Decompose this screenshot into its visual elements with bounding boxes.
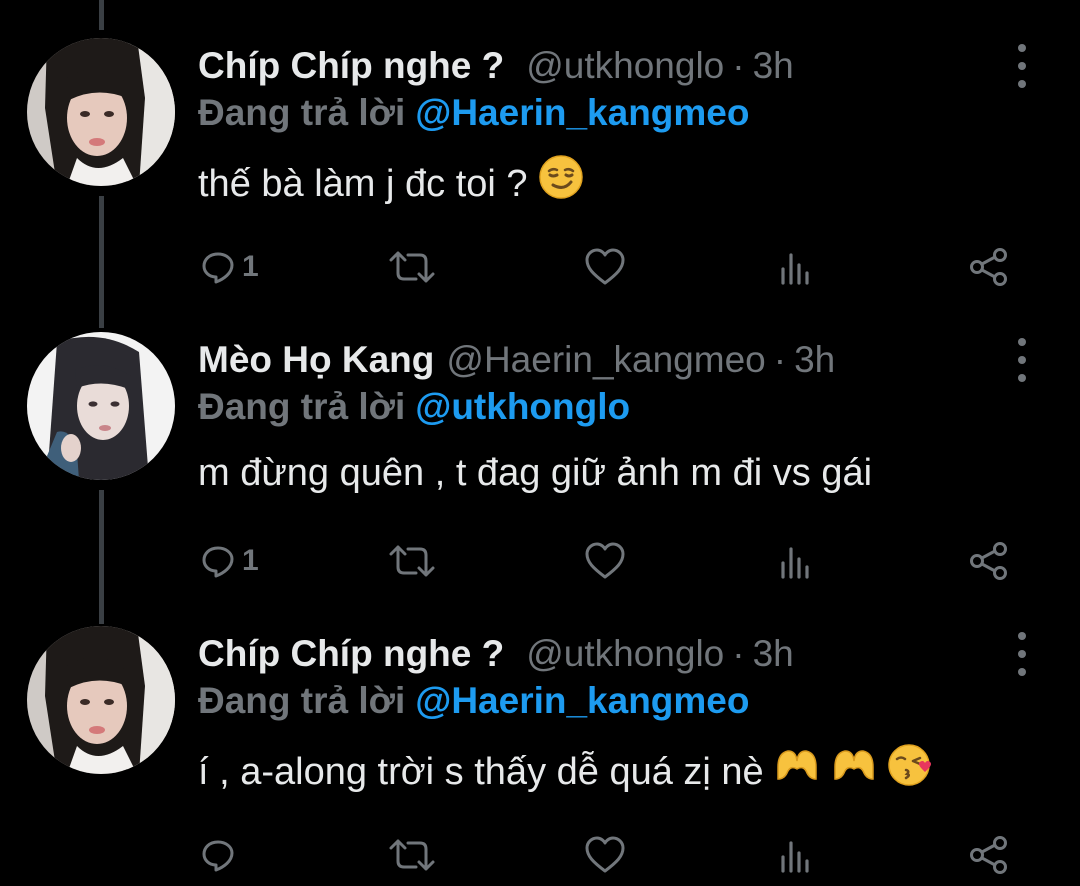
tweet-text-content: m đừng quên , t đag giữ ảnh m đi vs gái	[198, 452, 873, 494]
replying-to: Đang trả lời @Haerin_kangmeo	[198, 680, 749, 722]
retweet-icon	[389, 545, 435, 577]
display-name[interactable]: Chíp Chíp nghe ?	[198, 633, 504, 675]
tweet-text: m đừng quên , t đag giữ ảnh m đi vs gái	[198, 452, 872, 495]
bar-chart-icon	[781, 253, 809, 285]
face-blowing-kiss-icon	[887, 742, 935, 798]
separator: ·	[773, 339, 787, 380]
replying-label: Đang trả lời	[198, 92, 406, 133]
smirking-face-icon	[538, 154, 584, 210]
heart-icon	[585, 836, 625, 873]
retweet-icon	[389, 251, 435, 283]
reply-count: 1	[242, 544, 259, 577]
avatar[interactable]	[27, 332, 175, 480]
bar-chart-icon	[781, 547, 809, 579]
views-button[interactable]	[778, 240, 814, 294]
views-button[interactable]	[778, 534, 814, 588]
tweet-text-content: í , a-along trời s thấy dễ quá zị nè	[198, 751, 764, 794]
user-handle[interactable]: @utkhonglo	[526, 45, 724, 87]
heart-hands-icon	[831, 745, 877, 795]
retweet-button[interactable]	[388, 240, 436, 294]
share-icon	[970, 542, 1007, 580]
tweet-header: Chíp Chíp nghe ? @utkhonglo · 3h	[198, 38, 794, 94]
tweet-actions: 1	[0, 240, 1080, 294]
mention-link[interactable]: @Haerin_kangmeo	[415, 680, 749, 721]
views-button[interactable]	[778, 828, 814, 882]
avatar[interactable]	[27, 38, 175, 186]
tweet[interactable]: Chíp Chíp nghe ? @utkhonglo · 3h Đang tr…	[0, 588, 1080, 883]
avatar[interactable]	[27, 626, 175, 774]
display-name[interactable]: Mèo Họ Kang	[198, 339, 434, 381]
tweet[interactable]: Mèo Họ Kang @Haerin_kangmeo · 3h Đang tr…	[0, 294, 1080, 589]
tweet-header: Chíp Chíp nghe ? @utkhonglo · 3h	[198, 626, 794, 682]
more-vertical-icon[interactable]	[1010, 44, 1034, 88]
separator: ·	[732, 633, 745, 674]
tweet-text: thế bà làm j đc toi ?	[198, 155, 584, 214]
tweet-header: Mèo Họ Kang @Haerin_kangmeo · 3h	[198, 332, 835, 388]
display-name[interactable]: Chíp Chíp nghe ?	[198, 45, 504, 87]
replying-to: Đang trả lời @utkhonglo	[198, 386, 630, 428]
more-vertical-icon[interactable]	[1010, 338, 1034, 382]
replying-label: Đang trả lời	[198, 386, 406, 427]
retweet-button[interactable]	[388, 534, 436, 588]
share-button[interactable]	[968, 534, 1010, 588]
speech-bubble-icon	[202, 840, 234, 872]
heart-hands-icon	[774, 745, 820, 795]
speech-bubble-icon	[202, 252, 234, 284]
retweet-button[interactable]	[388, 828, 436, 882]
heart-icon	[585, 542, 625, 579]
like-button[interactable]	[583, 240, 627, 294]
speech-bubble-icon	[202, 546, 234, 578]
like-button[interactable]	[583, 828, 627, 882]
share-button[interactable]	[968, 828, 1010, 882]
share-button[interactable]	[968, 240, 1010, 294]
heart-icon	[585, 248, 625, 285]
retweet-icon	[389, 839, 435, 871]
reply-button[interactable]: 1	[200, 534, 259, 588]
timestamp[interactable]: 3h	[753, 633, 794, 675]
reply-button[interactable]: 1	[200, 240, 259, 294]
user-handle[interactable]: @Haerin_kangmeo	[446, 339, 765, 381]
reply-button[interactable]	[200, 828, 242, 882]
timestamp[interactable]: 3h	[753, 45, 794, 87]
like-button[interactable]	[583, 534, 627, 588]
tweet-actions: 1	[0, 534, 1080, 588]
more-vertical-icon[interactable]	[1010, 632, 1034, 676]
timestamp[interactable]: 3h	[794, 339, 835, 381]
bar-chart-icon	[781, 841, 809, 873]
share-icon	[970, 836, 1007, 874]
tweet-actions	[0, 828, 1080, 882]
replying-label: Đang trả lời	[198, 680, 406, 721]
share-icon	[970, 248, 1007, 286]
user-handle[interactable]: @utkhonglo	[526, 633, 724, 675]
replying-to: Đang trả lời @Haerin_kangmeo	[198, 92, 749, 134]
tweet-text: í , a-along trời s thấy dễ quá zị nè	[198, 744, 935, 802]
separator: ·	[732, 45, 745, 86]
reply-count: 1	[242, 250, 259, 283]
tweet-text-content: thế bà làm j đc toi ?	[198, 163, 528, 206]
tweet[interactable]: Chíp Chíp nghe ? @utkhonglo · 3h Đang tr…	[0, 0, 1080, 295]
mention-link[interactable]: @utkhonglo	[415, 386, 630, 427]
mention-link[interactable]: @Haerin_kangmeo	[415, 92, 749, 133]
